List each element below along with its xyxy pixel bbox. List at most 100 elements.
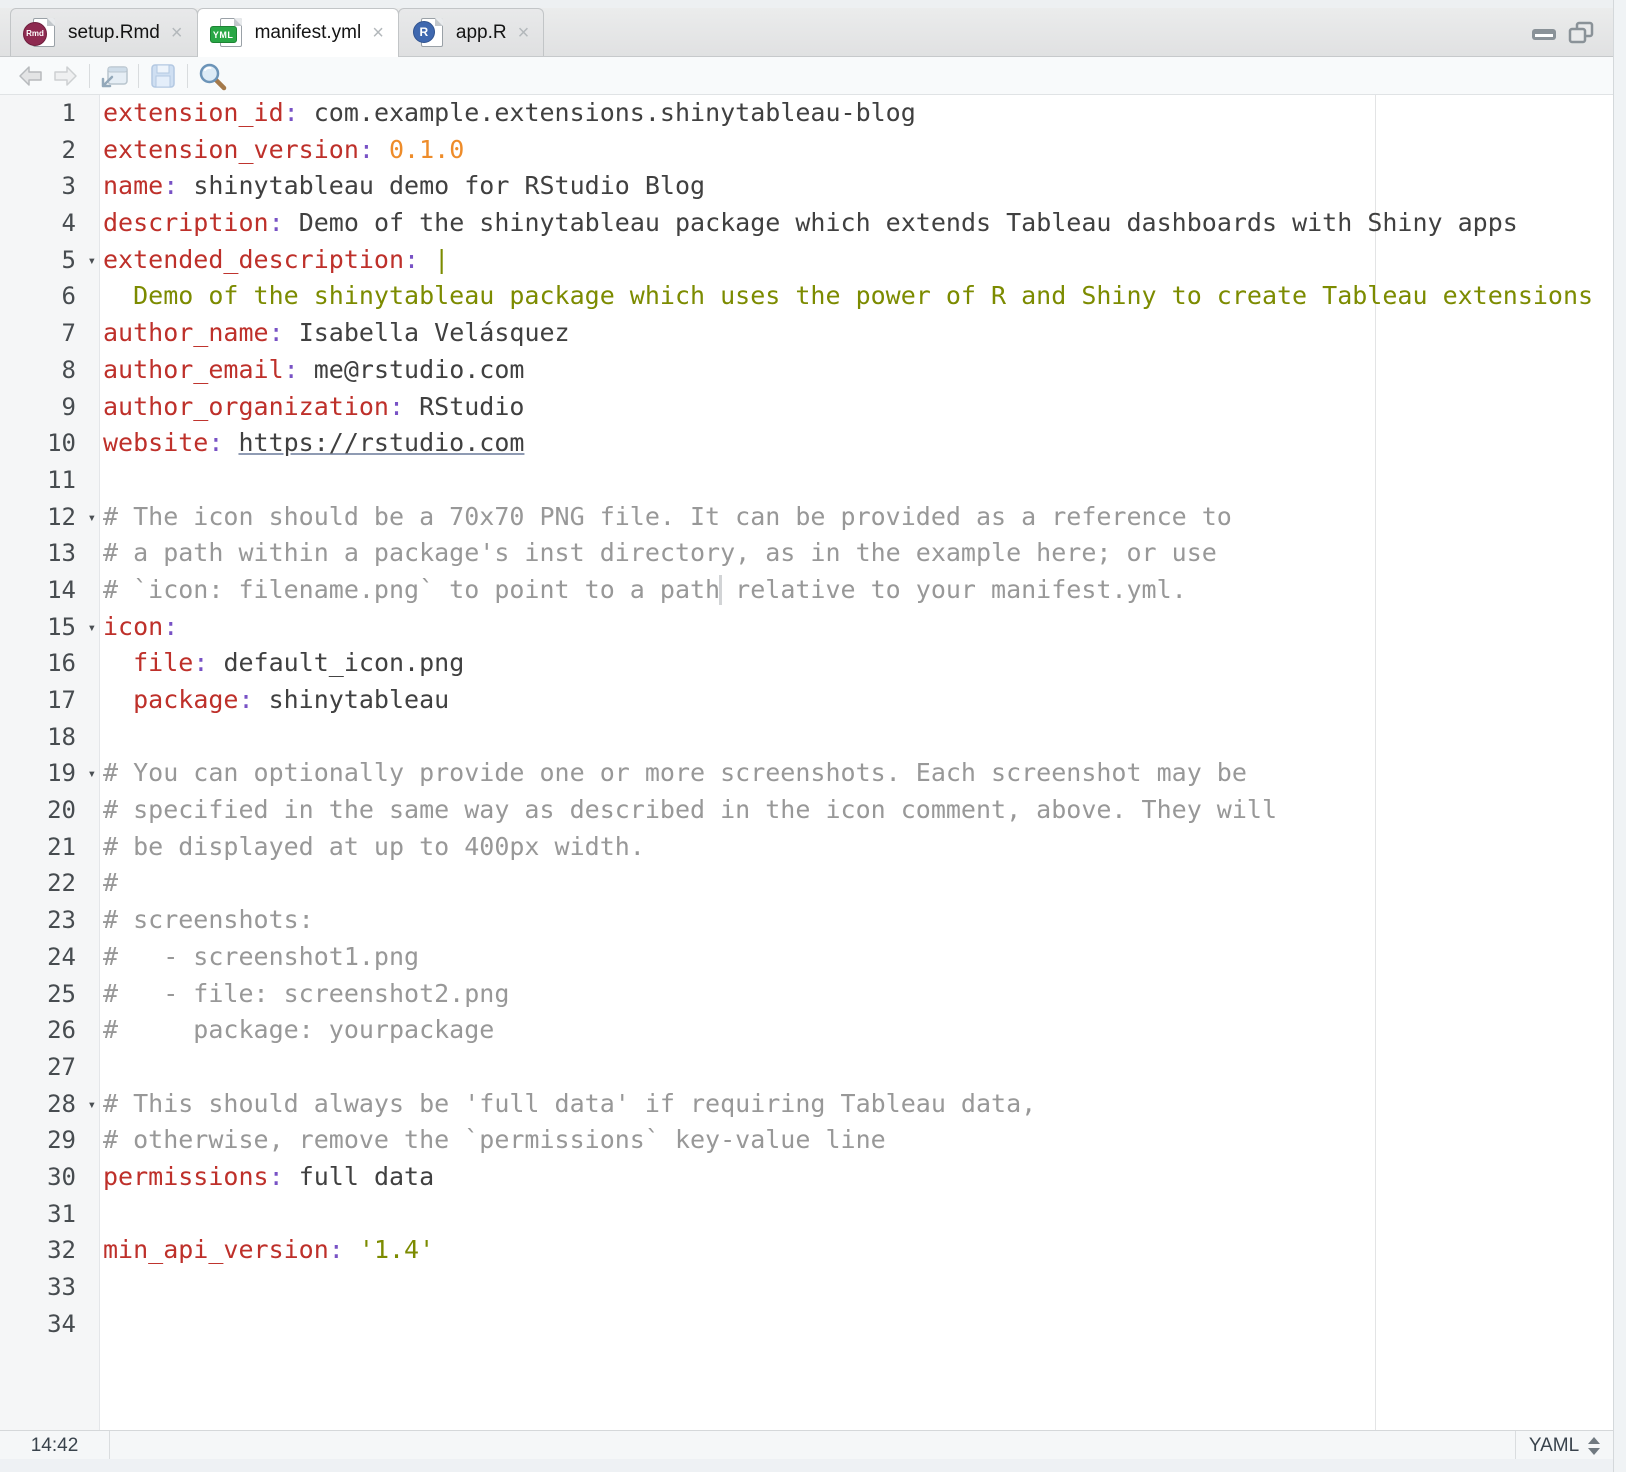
- code-row: 18: [0, 719, 1613, 756]
- code-line: [100, 1269, 103, 1306]
- code-line: website: https://rstudio.com: [100, 425, 524, 462]
- line-number: 12▾: [0, 499, 100, 536]
- close-icon[interactable]: ×: [372, 23, 384, 43]
- window-bottom-edge: [0, 1459, 1613, 1472]
- code-row: 19▾# You can optionally provide one or m…: [0, 755, 1613, 792]
- editor-status-bar: 14:42 YAML: [0, 1430, 1613, 1460]
- code-row: 8author_email: me@rstudio.com: [0, 352, 1613, 389]
- code-row: 3name: shinytableau demo for RStudio Blo…: [0, 168, 1613, 205]
- code-line: # otherwise, remove the `permissions` ke…: [100, 1122, 886, 1159]
- tab-manifest-yml[interactable]: YML manifest.yml ×: [197, 8, 399, 57]
- line-number: 26: [0, 1012, 100, 1049]
- toolbar-separator: [187, 64, 188, 88]
- code-row: 30permissions: full data: [0, 1159, 1613, 1196]
- line-number: 15▾: [0, 609, 100, 646]
- yml-file-icon: YML: [210, 16, 246, 50]
- source-editor-window: Rmd setup.Rmd × YML manifest.yml × R app…: [0, 0, 1626, 1472]
- tab-app-r[interactable]: R app.R ×: [398, 8, 544, 56]
- forward-icon[interactable]: [48, 60, 82, 92]
- code-line: icon:: [100, 609, 178, 646]
- code-row: 11: [0, 462, 1613, 499]
- line-number: 7: [0, 315, 100, 352]
- line-number: 22: [0, 865, 100, 902]
- fold-arrow-icon[interactable]: ▾: [88, 756, 96, 793]
- code-line: # - screenshot1.png: [100, 939, 419, 976]
- show-in-new-window-icon[interactable]: [97, 60, 131, 92]
- code-row: 15▾icon:: [0, 609, 1613, 646]
- line-number: 25: [0, 976, 100, 1013]
- updown-arrows-icon: [1588, 1437, 1600, 1455]
- code-row: 17 package: shinytableau: [0, 682, 1613, 719]
- status-bar-spacer: [110, 1431, 1516, 1460]
- cursor-position-indicator[interactable]: 14:42: [0, 1431, 110, 1460]
- fold-arrow-icon[interactable]: ▾: [88, 1087, 96, 1124]
- line-number: 5▾: [0, 242, 100, 279]
- line-number: 29: [0, 1122, 100, 1159]
- line-number: 33: [0, 1269, 100, 1306]
- code-row: 10website: https://rstudio.com: [0, 425, 1613, 462]
- tab-label: manifest.yml: [255, 22, 362, 44]
- line-number: 2: [0, 132, 100, 169]
- back-icon[interactable]: [14, 60, 48, 92]
- code-line: extension_id: com.example.extensions.shi…: [100, 95, 916, 132]
- line-number: 28▾: [0, 1086, 100, 1123]
- line-number: 9: [0, 389, 100, 426]
- language-mode-selector[interactable]: YAML: [1516, 1431, 1613, 1460]
- window-top-strip: [0, 0, 1613, 8]
- line-number: 8: [0, 352, 100, 389]
- language-mode-text: YAML: [1529, 1435, 1579, 1457]
- line-number: 1: [0, 95, 100, 132]
- line-number: 32: [0, 1232, 100, 1269]
- line-number: 3: [0, 168, 100, 205]
- fold-arrow-icon[interactable]: ▾: [88, 500, 96, 537]
- code-line: author_name: Isabella Velásquez: [100, 315, 570, 352]
- search-icon[interactable]: [195, 60, 229, 92]
- code-line: name: shinytableau demo for RStudio Blog: [100, 168, 705, 205]
- code-line: # The icon should be a 70x70 PNG file. I…: [100, 499, 1232, 536]
- code-row: 29# otherwise, remove the `permissions` …: [0, 1122, 1613, 1159]
- line-number: 20: [0, 792, 100, 829]
- code-line: #: [100, 865, 118, 902]
- r-file-icon: R: [411, 16, 447, 50]
- code-row: 33: [0, 1269, 1613, 1306]
- minimize-icon[interactable]: [1531, 22, 1557, 44]
- code-row: 34: [0, 1306, 1613, 1343]
- code-row: 1extension_id: com.example.extensions.sh…: [0, 95, 1613, 132]
- tab-label: app.R: [456, 22, 507, 44]
- line-number: 31: [0, 1196, 100, 1233]
- code-line: # a path within a package's inst directo…: [100, 535, 1217, 572]
- fold-arrow-icon[interactable]: ▾: [88, 243, 96, 280]
- line-number: 24: [0, 939, 100, 976]
- code-line: [100, 462, 103, 499]
- toolbar-separator: [138, 64, 139, 88]
- editor-tab-bar: Rmd setup.Rmd × YML manifest.yml × R app…: [0, 8, 1613, 57]
- code-line: # specified in the same way as described…: [100, 792, 1277, 829]
- line-number: 21: [0, 829, 100, 866]
- code-line: [100, 1049, 103, 1086]
- code-line: min_api_version: '1.4': [100, 1232, 434, 1269]
- line-number: 11: [0, 462, 100, 499]
- save-icon[interactable]: [146, 60, 180, 92]
- maximize-icon[interactable]: [1567, 21, 1595, 45]
- tab-setup-rmd[interactable]: Rmd setup.Rmd ×: [10, 8, 198, 56]
- code-row: 23# screenshots:: [0, 902, 1613, 939]
- code-row: 31: [0, 1196, 1613, 1233]
- line-number: 30: [0, 1159, 100, 1196]
- close-icon[interactable]: ×: [171, 23, 183, 43]
- window-right-edge: [1613, 0, 1626, 1472]
- code-row: 20# specified in the same way as describ…: [0, 792, 1613, 829]
- line-number: 6: [0, 278, 100, 315]
- code-row: 6 Demo of the shinytableau package which…: [0, 278, 1613, 315]
- code-row: 22#: [0, 865, 1613, 902]
- line-number: 27: [0, 1049, 100, 1086]
- code-line: extension_version: 0.1.0: [100, 132, 464, 169]
- cursor-position-text: 14:42: [31, 1435, 79, 1457]
- code-line: file: default_icon.png: [100, 645, 464, 682]
- close-icon[interactable]: ×: [518, 23, 530, 43]
- code-line: # screenshots:: [100, 902, 314, 939]
- line-number: 18: [0, 719, 100, 756]
- source-pane: Rmd setup.Rmd × YML manifest.yml × R app…: [0, 0, 1613, 1459]
- fold-arrow-icon[interactable]: ▾: [88, 610, 96, 647]
- code-row: 2extension_version: 0.1.0: [0, 132, 1613, 169]
- code-editor[interactable]: 1extension_id: com.example.extensions.sh…: [0, 95, 1613, 1430]
